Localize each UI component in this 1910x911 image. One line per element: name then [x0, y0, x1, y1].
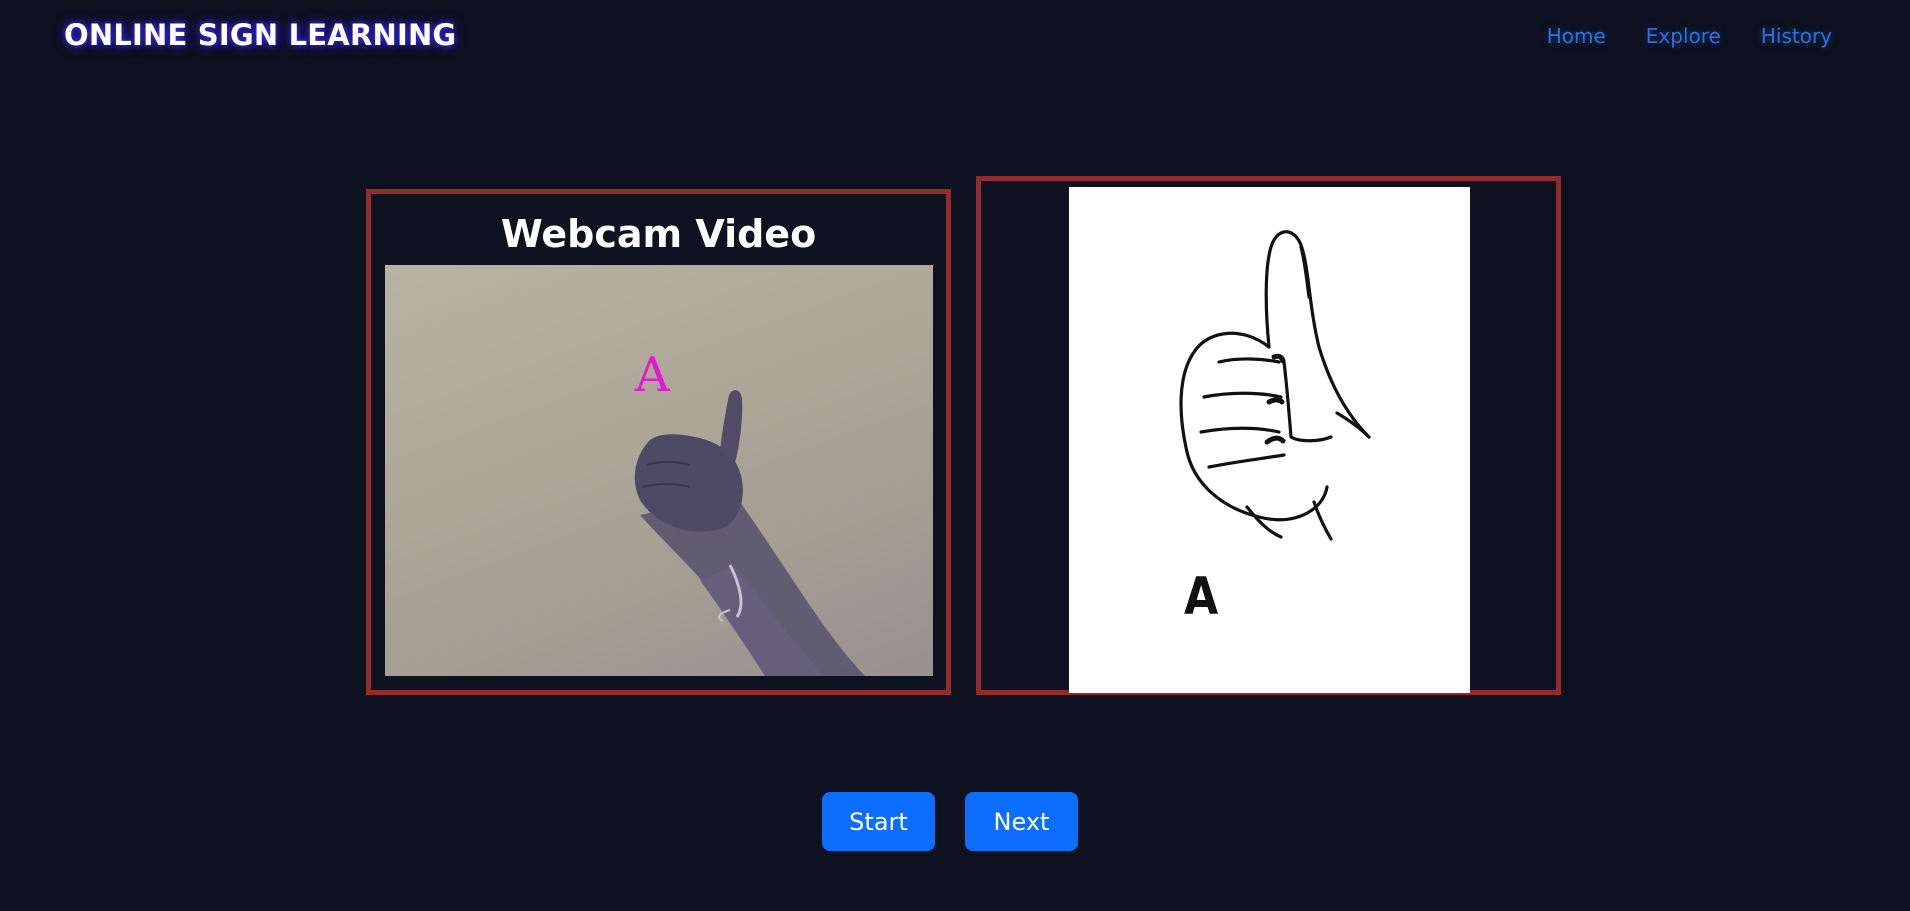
webcam-title: Webcam Video [500, 212, 817, 256]
next-button[interactable]: Next [965, 792, 1078, 851]
hand-sign-drawing [1179, 230, 1371, 541]
reference-letter: A [1184, 567, 1219, 627]
webcam-hand-image [634, 390, 865, 676]
brand-title: ONLINE SIGN LEARNING [64, 18, 457, 52]
nav-links: Home Explore History [1547, 24, 1832, 48]
webcam-video: A [385, 265, 933, 676]
start-button[interactable]: Start [822, 792, 935, 851]
webcam-panel: Webcam Video A [366, 189, 951, 695]
nav-home-link[interactable]: Home [1547, 24, 1606, 48]
navbar: ONLINE SIGN LEARNING Home Explore Histor… [0, 0, 1910, 76]
reference-sign-image: A [1069, 187, 1470, 693]
reference-panel: A [976, 176, 1561, 695]
nav-history-link[interactable]: History [1761, 24, 1832, 48]
detected-letter: A [635, 347, 670, 403]
nav-explore-link[interactable]: Explore [1646, 24, 1721, 48]
